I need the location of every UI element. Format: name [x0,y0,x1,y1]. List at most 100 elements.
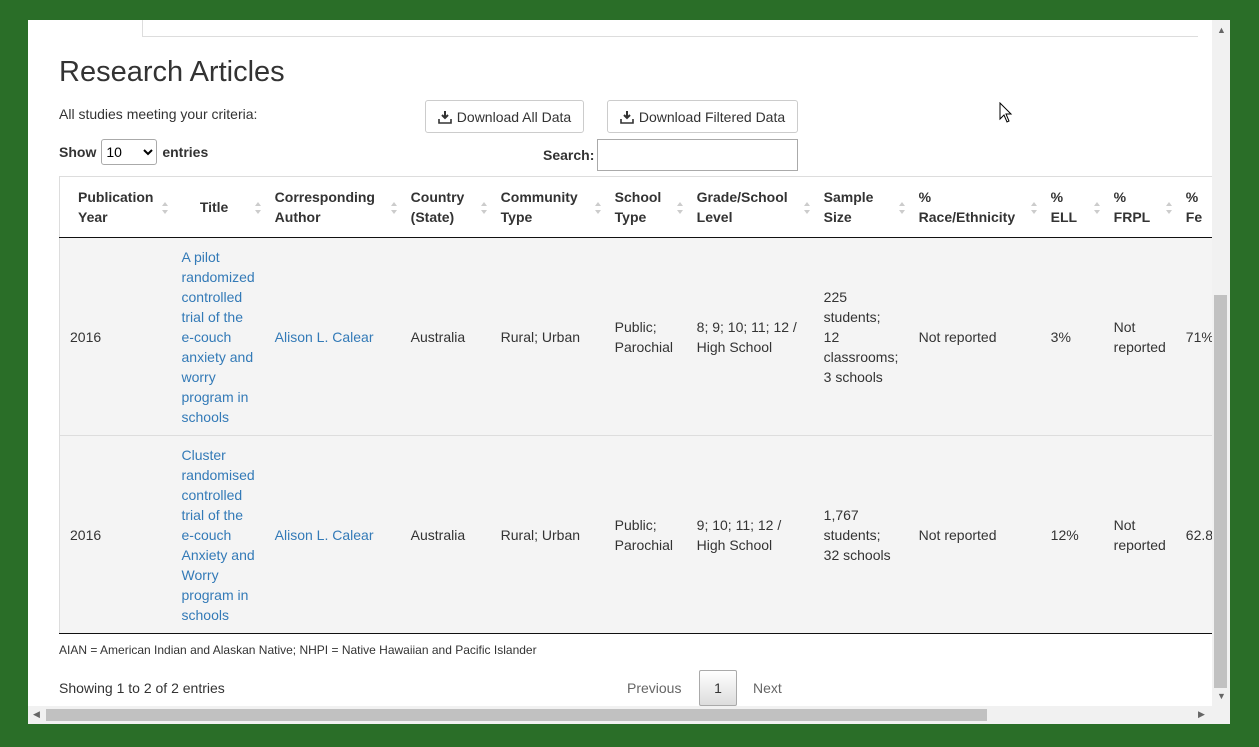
entries-length-control: Show 10 entries [59,139,208,165]
sort-icon [480,202,487,214]
entries-label: entries [162,144,209,160]
download-all-button[interactable]: Download All Data [425,100,584,133]
next-page-button[interactable]: Next [753,670,782,706]
header-label: Title [199,199,229,215]
entries-select[interactable]: 10 [101,139,158,165]
table-footnote: AIAN = American Indian and Alaskan Nativ… [59,643,537,657]
cell-ell: 12% [1040,435,1104,634]
cell-country: Australia [400,435,491,634]
sort-icon [254,202,261,214]
header-label: % FRPL [1113,189,1151,225]
col-publication-year[interactable]: Publication Year [59,176,172,238]
horizontal-scrollbar[interactable]: ◀ ▶ [28,706,1212,724]
table-row: 2016 A pilot randomized controlled trial… [59,237,1216,436]
sort-icon [1030,202,1037,214]
cell-race: Not reported [908,435,1041,634]
download-filtered-label: Download Filtered Data [638,108,786,125]
top-tabs [44,20,1198,38]
scroll-right-icon[interactable]: ▶ [1198,710,1205,719]
article-title-link[interactable]: Cluster randomised controlled trial of t… [182,447,255,623]
cell-author: Alison L. Calear [264,237,401,436]
cell-sample: 225 students; 12 classrooms; 3 schools [813,237,909,436]
download-all-label: Download All Data [456,108,572,125]
header-label: % ELL [1050,189,1078,225]
cell-frpl: Not reported [1103,435,1176,634]
vertical-scrollbar[interactable]: ▲ ▼ [1212,20,1230,706]
sort-icon [1093,202,1100,214]
col-frpl[interactable]: % FRPL [1103,176,1176,238]
author-link[interactable]: Alison L. Calear [275,329,374,345]
download-filtered-button[interactable]: Download Filtered Data [607,100,798,133]
col-corresponding-author[interactable]: Corresponding Author [264,176,401,238]
header-label: Country (State) [410,189,465,225]
col-community-type[interactable]: Community Type [490,176,605,238]
cell-title: A pilot randomized controlled trial of t… [171,237,265,436]
cell-female: 71% [1175,237,1216,436]
page-title: Research Articles [59,56,285,88]
table-row: 2016 Cluster randomised controlled trial… [59,435,1216,634]
sort-icon [594,202,601,214]
search-label: Search: [543,147,595,163]
scroll-left-icon[interactable]: ◀ [33,710,40,719]
header-label: Grade/School Level [696,189,788,225]
header-label: Community Type [500,189,578,225]
cell-school-type: Public; Parochial [604,435,687,634]
show-label: Show [59,144,97,160]
header-label: % Race/Ethnicity [918,189,1016,225]
article-title-link[interactable]: A pilot randomized controlled trial of t… [182,249,255,425]
browser-window: Research Articles All studies meeting yo… [28,20,1230,724]
cell-school-type: Public; Parochial [604,237,687,436]
horizontal-scroll-thumb[interactable] [46,709,987,721]
col-country[interactable]: Country (State) [400,176,491,238]
header-label: Sample Size [823,189,874,225]
col-title[interactable]: Title [171,176,265,238]
table-info: Showing 1 to 2 of 2 entries [59,680,225,696]
header-label: Corresponding Author [274,189,375,225]
criteria-text: All studies meeting your criteria: [59,106,258,122]
cell-author: Alison L. Calear [264,435,401,634]
header-label: School Type [614,189,662,225]
sort-icon [1165,202,1172,214]
header-label: % Fe [1185,189,1203,225]
download-icon [437,110,452,124]
cell-female: 62.8 [1175,435,1216,634]
cell-year: 2016 [59,435,172,634]
cell-community: Rural; Urban [490,435,605,634]
sort-icon [676,202,683,214]
sort-icon [161,202,168,214]
research-table: Publication Year Title Corresponding Aut… [59,176,1216,634]
col-female[interactable]: % Fe [1175,176,1216,238]
cell-race: Not reported [908,237,1041,436]
scroll-down-icon[interactable]: ▼ [1217,692,1226,701]
col-grade-level[interactable]: Grade/School Level [686,176,814,238]
download-icon [620,110,634,124]
cell-year: 2016 [59,237,172,436]
col-race-ethnicity[interactable]: % Race/Ethnicity [908,176,1041,238]
cell-grade: 8; 9; 10; 11; 12 / High School [686,237,814,436]
cell-sample: 1,767 students; 32 schools [813,435,909,634]
cell-community: Rural; Urban [490,237,605,436]
author-link[interactable]: Alison L. Calear [275,527,374,543]
cell-ell: 3% [1040,237,1104,436]
cell-frpl: Not reported [1103,237,1176,436]
table-header-row: Publication Year Title Corresponding Aut… [59,176,1216,238]
header-label: Publication Year [78,189,154,225]
sort-icon [390,202,397,214]
search-input[interactable] [597,139,798,171]
sort-icon [898,202,905,214]
cell-country: Australia [400,237,491,436]
tab-divider [142,20,143,37]
scroll-up-icon[interactable]: ▲ [1217,26,1226,35]
sort-icon [803,202,810,214]
previous-page-button[interactable]: Previous [627,670,681,706]
active-tab[interactable] [44,20,142,38]
page-1-button[interactable]: 1 [699,670,737,706]
vertical-scroll-thumb[interactable] [1214,295,1227,688]
col-school-type[interactable]: School Type [604,176,687,238]
mouse-cursor-icon [999,102,1013,123]
scrollbar-corner [1212,706,1230,724]
col-sample-size[interactable]: Sample Size [813,176,909,238]
cell-grade: 9; 10; 11; 12 / High School [686,435,814,634]
col-ell[interactable]: % ELL [1040,176,1104,238]
cell-title: Cluster randomised controlled trial of t… [171,435,265,634]
